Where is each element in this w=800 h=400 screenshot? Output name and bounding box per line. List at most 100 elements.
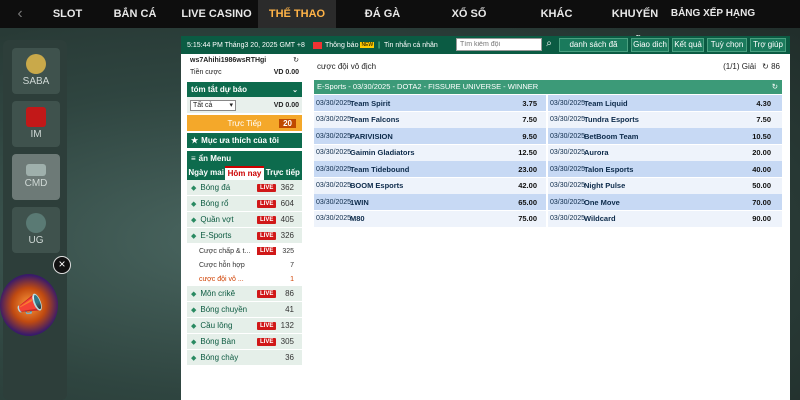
odds-button[interactable]: 7.50 — [734, 115, 775, 124]
nav-item-khuyen-mai[interactable]: KHUYẾN MÃI — [604, 0, 666, 48]
nav-item-ban-ca[interactable]: BẮN CÁ — [95, 0, 175, 28]
table-row: 03/30/2025 Team Tidebound 23.00 03/30/2025 T… — [314, 161, 782, 177]
outright-selection: 03/30/2025 Talon Esports 40.00 — [548, 161, 782, 177]
refresh-icon[interactable]: ↻ — [772, 80, 778, 94]
odds-button[interactable]: 10.50 — [734, 132, 775, 141]
odds-button[interactable]: 7.50 — [500, 115, 541, 124]
menu-icon: ≡ — [191, 154, 196, 163]
odds-button[interactable]: 70.00 — [734, 198, 775, 207]
odds-button[interactable]: 23.00 — [500, 165, 541, 174]
event-count: 41 — [285, 305, 294, 314]
nav-item-bang-xep-hang[interactable]: BẢNG XẾP HẠNG — [666, 0, 760, 28]
tab-today[interactable]: Hôm nay — [225, 166, 264, 180]
event-date: 03/30/2025 — [550, 198, 586, 206]
nav-item-the-thao[interactable]: THỂ THAO — [258, 0, 336, 28]
tab-tomorrow[interactable]: Ngày mai — [187, 166, 226, 180]
sport-item-badminton[interactable]: ◆ Cầu lông LIVE 132 — [187, 318, 302, 334]
outright-selection: 03/30/2025 Team Spirit 3.75 — [314, 95, 548, 111]
outright-market-panel: cược đội vô địch (1/1) Giải ↻ 86 E-Sport… — [311, 54, 790, 400]
odds-button[interactable]: 40.00 — [734, 165, 775, 174]
results-button[interactable]: Kết quả — [672, 38, 704, 52]
outright-selection: 03/30/2025 Aurora 20.00 — [548, 145, 782, 161]
sport-item-baseball[interactable]: ◆ Bóng chày 36 — [187, 350, 302, 366]
bet-list-button[interactable]: danh sách đã cược — [559, 38, 628, 61]
event-date: 03/30/2025 — [550, 165, 586, 173]
sport-item-bong-da[interactable]: ◆ Bóng đá LIVE 362 — [187, 180, 302, 196]
favorites-header[interactable]: ★ Mục ưa thích của tôi — [187, 133, 302, 148]
esports-sub-handicap[interactable]: Cược chấp & t... LIVE 325 — [187, 244, 302, 258]
odds-button[interactable]: 42.00 — [500, 181, 541, 190]
odds-button[interactable]: 20.00 — [734, 148, 775, 157]
event-count: 1 — [290, 275, 294, 283]
close-icon[interactable]: × — [53, 256, 71, 274]
menu-toggle-header[interactable]: ≡ ẩn Menu — [187, 151, 302, 166]
balance-row: Tiền cược VD 0.00 — [187, 66, 302, 78]
provider-im[interactable]: IM — [12, 101, 60, 147]
odds-button[interactable]: 4.30 — [734, 99, 775, 108]
event-date: 03/30/2025 — [316, 149, 352, 156]
announcement-link[interactable]: Thông báo — [325, 42, 358, 49]
team-name: BOOM Esports — [350, 181, 404, 190]
nav-item-live-casino[interactable]: LIVE CASINO — [175, 0, 258, 28]
sport-item-volleyball[interactable]: ◆ Bóng chuyền 41 — [187, 302, 302, 318]
bet-summary-header[interactable]: tóm tắt dự báo ⌄ — [187, 82, 302, 97]
table-row: 03/30/2025 1WIN 65.00 03/30/2025 One Move 70.… — [314, 194, 782, 210]
chevron-down-icon: ⌄ — [292, 86, 298, 94]
nav-item-khac[interactable]: KHÁC — [509, 0, 604, 28]
odds-button[interactable]: 90.00 — [734, 214, 775, 223]
cmd-logo-icon — [26, 164, 46, 176]
team-search-input[interactable] — [456, 38, 542, 51]
outright-selection: 03/30/2025 M80 75.00 — [314, 210, 548, 227]
team-name: Tundra Esports — [584, 115, 639, 124]
table-row: 03/30/2025 BOOM Esports 42.00 03/30/2025 Nig… — [314, 177, 782, 194]
event-date: 03/30/2025 — [316, 215, 352, 222]
transactions-button[interactable]: Giao dich — [631, 38, 669, 52]
live-button[interactable]: Trực Tiếp 20 — [187, 115, 302, 131]
provider-saba[interactable]: SABA — [12, 48, 60, 94]
event-count: 325 — [282, 247, 294, 255]
provider-cmd[interactable]: CMD — [12, 154, 60, 200]
tab-live[interactable]: Trực tiếp — [263, 166, 302, 180]
odds-button[interactable]: 9.50 — [500, 132, 541, 141]
bet-filter-select[interactable]: Tất cả ▾ — [190, 99, 236, 111]
team-name: One Move — [584, 197, 620, 207]
sport-item-table-tennis[interactable]: ◆ Bóng Bàn LIVE 305 — [187, 334, 302, 350]
megaphone-icon: 📣 — [16, 292, 44, 317]
promo-floating-badge[interactable]: 📣 — [0, 274, 58, 336]
back-arrow-icon[interactable]: ‹ — [0, 5, 40, 23]
help-button[interactable]: Trợ giúp — [750, 38, 786, 52]
esports-sub-outright[interactable]: cược đội vô ... 1 — [187, 272, 302, 286]
odds-button[interactable]: 50.00 — [734, 181, 775, 190]
team-name: Talon Esports — [584, 164, 634, 174]
refresh-counter[interactable]: ↻ 86 — [762, 62, 780, 71]
ug-logo-icon — [26, 213, 46, 233]
provider-ug[interactable]: UG — [12, 207, 60, 253]
sport-item-esports[interactable]: ◆ E-Sports LIVE 326 — [187, 228, 302, 244]
sportsbook-window: 5:15:44 PM Tháng3 20, 2025 GMT +8 Thông … — [181, 36, 790, 400]
sport-item-quan-vot[interactable]: ◆ Quần vợt LIVE 405 — [187, 212, 302, 228]
nav-item-slot[interactable]: SLOT — [40, 0, 95, 28]
sport-item-cricket[interactable]: ◆ Môn crikê LIVE 86 — [187, 286, 302, 302]
odds-button[interactable]: 3.75 — [500, 99, 541, 108]
outright-selection: 03/30/2025 1WIN 65.00 — [314, 194, 548, 210]
event-count: 86 — [285, 289, 294, 298]
sport-item-bong-ro[interactable]: ◆ Bóng rổ LIVE 604 — [187, 196, 302, 212]
options-button[interactable]: Tuỳ chọn — [707, 38, 747, 52]
search-icon[interactable]: ⌕ — [543, 38, 555, 51]
team-name: 1WIN — [350, 197, 369, 207]
team-name: Team Liquid — [584, 98, 628, 108]
esports-sub-parlay[interactable]: Cược hỗn hợp 7 — [187, 258, 302, 272]
odds-button[interactable]: 75.00 — [500, 214, 541, 223]
league-pager[interactable]: (1/1) Giải — [723, 62, 756, 71]
nav-item-xo-so[interactable]: XỔ SỐ — [429, 0, 509, 28]
inbox-link[interactable]: Tin nhắn cá nhân — [384, 42, 438, 49]
refresh-icon[interactable]: ↻ — [293, 56, 299, 64]
bullet-icon: ◆ — [191, 306, 197, 314]
event-count: 326 — [280, 231, 294, 240]
divider: | — [378, 41, 380, 49]
team-name: Team Spirit — [350, 98, 391, 108]
outright-selection: 03/30/2025 Night Pulse 50.00 — [548, 178, 782, 194]
odds-button[interactable]: 65.00 — [500, 198, 541, 207]
nav-item-da-ga[interactable]: ĐÁ GÀ — [336, 0, 429, 28]
odds-button[interactable]: 12.50 — [500, 148, 541, 157]
